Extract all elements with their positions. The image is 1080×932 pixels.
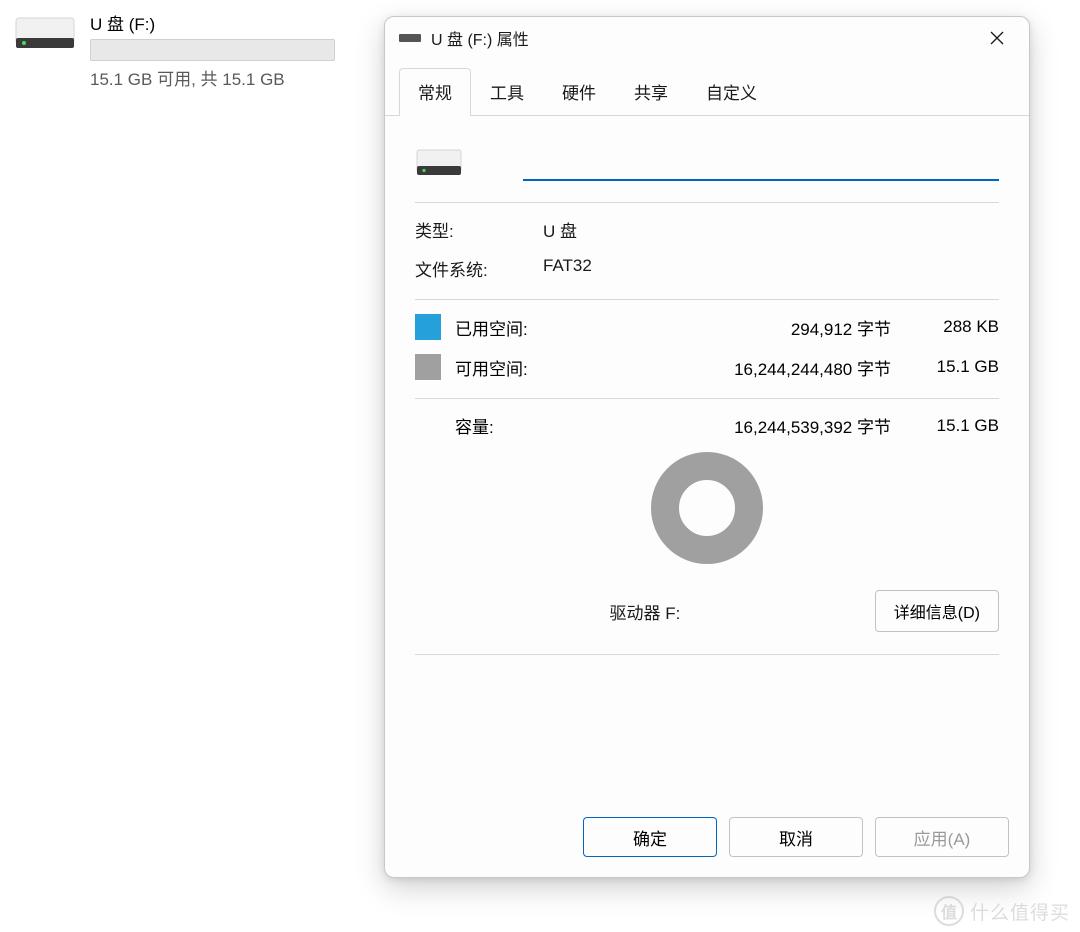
filesystem-value: FAT32	[543, 256, 592, 281]
ok-button[interactable]: 确定	[583, 817, 717, 857]
dialog-body: 类型: U 盘 文件系统: FAT32 已用空间: 294,912 字节 288…	[385, 116, 1029, 799]
free-swatch-icon	[415, 354, 441, 380]
type-row: 类型: U 盘	[415, 217, 999, 242]
titlebar-drive-icon	[399, 34, 421, 42]
used-friendly: 288 KB	[911, 317, 999, 337]
divider	[415, 398, 999, 399]
drive-status: 15.1 GB 可用, 共 15.1 GB	[90, 65, 342, 90]
free-space-row: 可用空间: 16,244,244,480 字节 15.1 GB	[415, 354, 999, 380]
used-space-row: 已用空间: 294,912 字节 288 KB	[415, 314, 999, 340]
usage-pie-chart	[651, 452, 763, 564]
tab-tools[interactable]: 工具	[471, 68, 543, 116]
drive-name: U 盘 (F:)	[90, 10, 342, 35]
tab-hardware[interactable]: 硬件	[543, 68, 615, 116]
capacity-label: 容量:	[455, 413, 555, 438]
divider	[415, 202, 999, 203]
watermark-badge-icon: 值	[934, 896, 964, 926]
capacity-bytes: 16,244,539,392 字节	[555, 413, 911, 438]
drive-info: U 盘 (F:) 15.1 GB 可用, 共 15.1 GB	[90, 10, 342, 90]
dialog-footer: 确定 取消 应用(A)	[385, 799, 1029, 877]
cancel-button[interactable]: 取消	[729, 817, 863, 857]
drive-icon	[12, 10, 78, 58]
drive-caption: 驱动器 F:	[415, 599, 875, 624]
details-button[interactable]: 详细信息(D)	[875, 590, 999, 632]
type-label: 类型:	[415, 217, 543, 242]
close-icon	[990, 31, 1004, 45]
apply-button[interactable]: 应用(A)	[875, 817, 1009, 857]
capacity-row: 容量: 16,244,539,392 字节 15.1 GB	[415, 413, 999, 438]
tab-general[interactable]: 常规	[399, 68, 471, 116]
watermark-text: 什么值得买	[970, 898, 1070, 925]
divider	[415, 654, 999, 655]
used-bytes: 294,912 字节	[555, 315, 911, 340]
free-label: 可用空间:	[455, 355, 555, 380]
drive-icon	[415, 146, 463, 182]
used-swatch-icon	[415, 314, 441, 340]
tab-customize[interactable]: 自定义	[687, 68, 776, 116]
drive-usage-bar	[90, 39, 335, 61]
filesystem-label: 文件系统:	[415, 256, 543, 281]
free-bytes: 16,244,244,480 字节	[555, 355, 911, 380]
watermark: 值 什么值得买	[934, 896, 1070, 926]
titlebar[interactable]: U 盘 (F:) 属性	[385, 17, 1029, 59]
volume-label-input[interactable]	[523, 147, 999, 181]
filesystem-row: 文件系统: FAT32	[415, 256, 999, 281]
used-label: 已用空间:	[455, 315, 555, 340]
capacity-friendly: 15.1 GB	[911, 416, 999, 436]
close-button[interactable]	[975, 22, 1019, 54]
properties-dialog: U 盘 (F:) 属性 常规 工具 硬件 共享 自定义 类型: U 盘	[384, 16, 1030, 878]
explorer-drive-item[interactable]: U 盘 (F:) 15.1 GB 可用, 共 15.1 GB	[12, 10, 342, 90]
tab-strip: 常规 工具 硬件 共享 自定义	[385, 67, 1029, 116]
free-friendly: 15.1 GB	[911, 357, 999, 377]
type-value: U 盘	[543, 217, 577, 242]
tab-sharing[interactable]: 共享	[615, 68, 687, 116]
dialog-title: U 盘 (F:) 属性	[431, 26, 975, 50]
divider	[415, 299, 999, 300]
